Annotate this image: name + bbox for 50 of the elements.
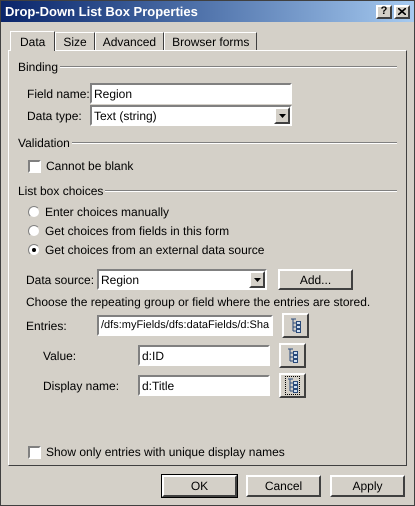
field-label: Display name:	[43, 378, 120, 394]
tab[interactable]: Browser forms	[164, 32, 258, 50]
dialog-button[interactable]: Apply	[330, 475, 405, 497]
caret-icon	[254, 278, 260, 282]
group-heading: List box choices	[18, 183, 104, 200]
dialog-button[interactable]: OK	[162, 475, 237, 497]
radio-label: Get choices from fields in this form	[45, 222, 230, 240]
tab[interactable]: Size	[55, 32, 95, 50]
path-input[interactable]: /dfs:myFields/dfs:dataFields/d:Sha	[97, 315, 274, 336]
window-title: Drop-Down List Box Properties	[5, 2, 199, 21]
combo-value: Text (string)	[94, 108, 158, 124]
radio-label: Enter choices manually	[45, 204, 170, 220]
data-source-dropdown[interactable]: Region	[97, 269, 267, 290]
group-heading: Validation	[18, 135, 70, 152]
tree-picker-button[interactable]	[282, 313, 310, 338]
path-input[interactable]: d:Title	[138, 375, 270, 396]
close-icon	[398, 8, 406, 15]
checkbox[interactable]	[28, 160, 41, 172]
radio-button[interactable]	[28, 224, 40, 236]
data-type-dropdown[interactable]: Text (string)	[90, 105, 292, 126]
tree-picker-button[interactable]	[279, 343, 306, 368]
help-button[interactable]: ?	[376, 4, 392, 18]
dialog-button[interactable]: Cancel	[246, 475, 321, 497]
group-heading: Binding	[18, 59, 58, 76]
caret-icon	[278, 114, 286, 118]
radio-button[interactable]	[28, 244, 40, 256]
tab[interactable]: Data	[10, 31, 56, 51]
field-name-input[interactable]: Region	[90, 83, 292, 104]
field-label: Data type:	[27, 108, 83, 124]
field-label: Value:	[43, 348, 78, 364]
field-label: Entries:	[26, 318, 68, 334]
combo-value: Region	[101, 272, 140, 288]
tab[interactable]: Advanced	[94, 32, 164, 50]
tree-picker-button[interactable]	[279, 373, 306, 398]
close-button[interactable]	[394, 4, 410, 18]
checkbox-label: Cannot be blank	[46, 158, 134, 175]
add-button[interactable]: Add...	[278, 269, 353, 290]
field-label: Data source:	[26, 272, 96, 288]
checkbox[interactable]	[28, 446, 41, 458]
tree-icon	[287, 378, 298, 393]
tree-icon	[290, 318, 302, 333]
instruction-text: Choose the repeating group or field where the entries are stored.	[25, 294, 372, 311]
radio-label: Get choices from an external data source	[45, 242, 264, 258]
dropdown-button[interactable]	[249, 271, 265, 288]
tree-icon	[287, 348, 298, 363]
path-input[interactable]: d:ID	[138, 345, 270, 366]
checkbox-label: Show only entries with unique display names	[46, 444, 285, 461]
radio-button[interactable]	[28, 206, 40, 218]
dropdown-button[interactable]	[274, 107, 290, 124]
field-label: Field name:	[27, 86, 90, 102]
